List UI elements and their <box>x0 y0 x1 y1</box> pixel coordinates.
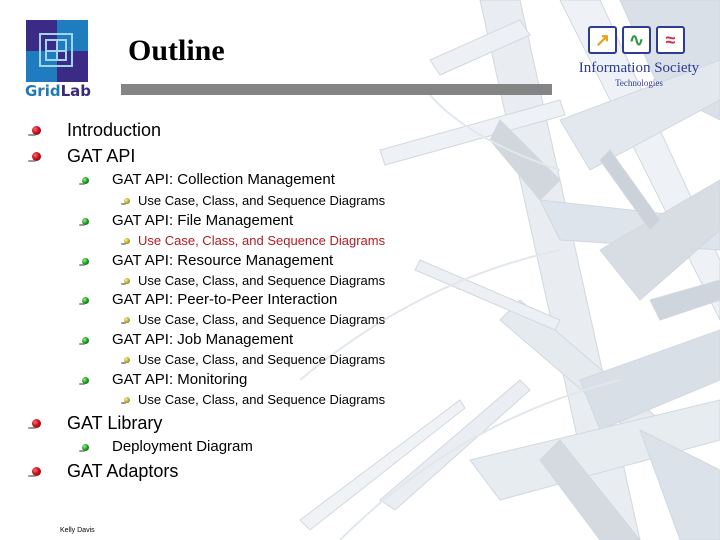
green-bullet-icon <box>79 218 89 226</box>
outline-subitem: GAT API: Collection Management <box>79 171 335 188</box>
outline-subitem: GAT API: Monitoring <box>79 371 247 388</box>
outline-subitem: GAT API: Job Management <box>79 331 293 348</box>
yellow-bullet-icon <box>121 198 130 205</box>
outline-list: Introduction GAT API GAT API: Collection… <box>0 0 720 540</box>
outline-item: GAT Adaptors <box>28 461 178 482</box>
yellow-bullet-icon <box>121 357 130 364</box>
outline-subitem: Deployment Diagram <box>79 438 253 455</box>
outline-subitem: GAT API: Peer-to-Peer Interaction <box>79 291 337 308</box>
outline-item: Introduction <box>28 120 161 141</box>
red-bullet-icon <box>28 419 41 429</box>
green-bullet-icon <box>79 258 89 266</box>
outline-subsubitem: Use Case, Class, and Sequence Diagrams <box>121 312 385 327</box>
green-bullet-icon <box>79 377 89 385</box>
green-bullet-icon <box>79 337 89 345</box>
outline-subsubitem: Use Case, Class, and Sequence Diagrams <box>121 193 385 208</box>
green-bullet-icon <box>79 444 89 452</box>
outline-subsubitem: Use Case, Class, and Sequence Diagrams <box>121 392 385 407</box>
slide-footer-author: Kelly Davis <box>60 527 95 534</box>
yellow-bullet-icon <box>121 397 130 404</box>
red-bullet-icon <box>28 152 41 162</box>
outline-subsubitem: Use Case, Class, and Sequence Diagrams <box>121 352 385 367</box>
outline-item: GAT API <box>28 146 135 167</box>
yellow-bullet-icon <box>121 278 130 285</box>
outline-item: GAT Library <box>28 413 162 434</box>
outline-subitem: GAT API: File Management <box>79 212 293 229</box>
green-bullet-icon <box>79 297 89 305</box>
red-bullet-icon <box>28 467 41 477</box>
red-bullet-icon <box>28 126 41 136</box>
outline-subitem: GAT API: Resource Management <box>79 252 333 269</box>
outline-subsubitem: Use Case, Class, and Sequence Diagrams <box>121 273 385 288</box>
green-bullet-icon <box>79 177 89 185</box>
yellow-bullet-icon <box>121 317 130 324</box>
outline-subsubitem-highlighted: Use Case, Class, and Sequence Diagrams <box>121 233 385 248</box>
yellow-bullet-icon <box>121 238 130 245</box>
